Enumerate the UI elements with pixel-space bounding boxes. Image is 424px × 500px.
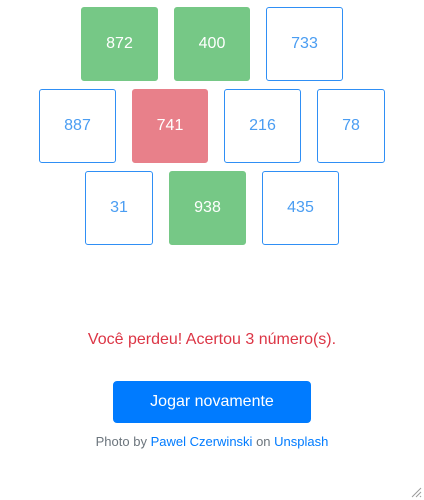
credit-prefix: Photo by [95,434,147,449]
photo-credit: Photo by Pawel Czerwinski on Unsplash [0,434,424,449]
number-tile[interactable]: 400 [174,7,250,81]
number-tile[interactable]: 78 [317,89,385,163]
credit-site-link[interactable]: Unsplash [274,434,328,449]
number-tile[interactable]: 31 [85,171,153,245]
credit-middle: on [256,434,271,449]
number-tile[interactable]: 435 [262,171,339,245]
credit-author-link[interactable]: Pawel Czerwinski [151,434,253,449]
play-again-button[interactable]: Jogar novamente [113,381,311,423]
number-tile[interactable]: 887 [39,89,116,163]
number-tile[interactable]: 741 [132,89,208,163]
number-tile[interactable]: 872 [81,7,158,81]
number-tile[interactable]: 733 [266,7,343,81]
game-stage: 872 400 733 887 741 216 78 31 938 435 Vo… [0,0,424,500]
result-message: Você perdeu! Acertou 3 número(s). [87,331,337,348]
number-tile[interactable]: 216 [224,89,301,163]
resize-grip-icon[interactable] [410,486,422,498]
number-tile[interactable]: 938 [169,171,246,245]
